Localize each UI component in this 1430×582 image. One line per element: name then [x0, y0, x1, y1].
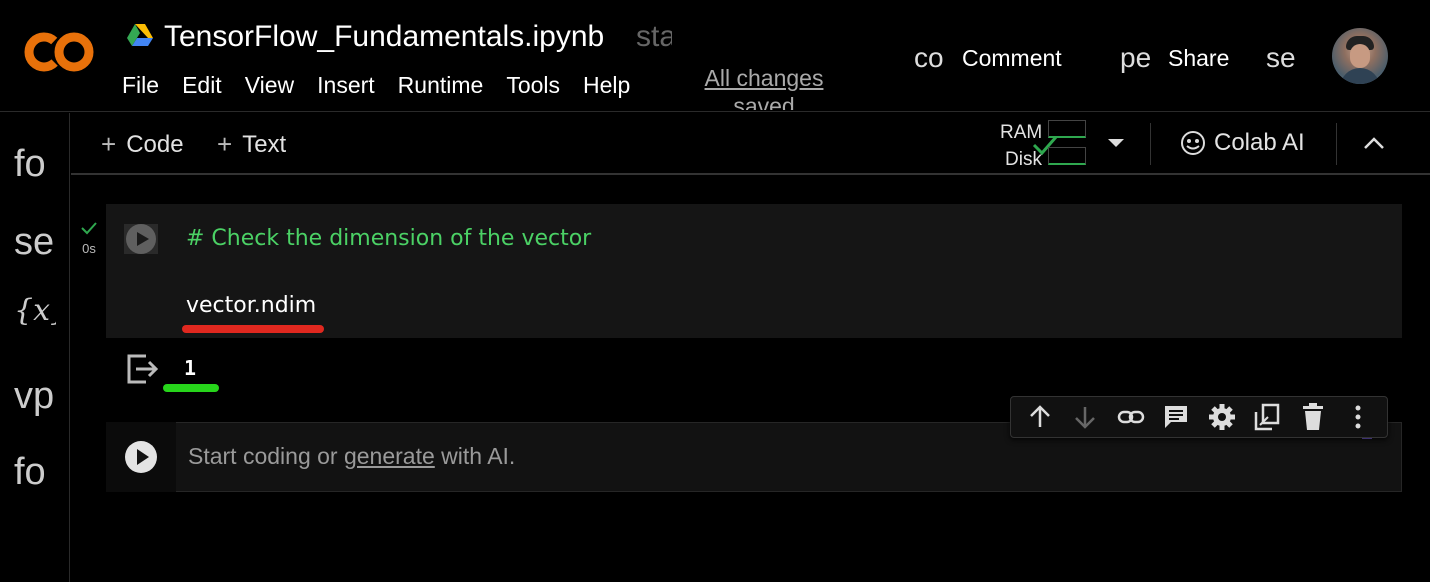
- comment-icon: [1165, 406, 1188, 428]
- share-label: Share: [1168, 44, 1230, 71]
- generate-link[interactable]: generate: [344, 443, 435, 469]
- check-icon: [81, 222, 97, 235]
- notebook-title[interactable]: TensorFlow_Fundamentals.ipynb: [164, 20, 604, 54]
- code-comment[interactable]: # Check the dimension of the vector: [186, 226, 591, 251]
- cell-settings-button[interactable]: [1207, 402, 1237, 432]
- colab-ai-label: Colab AI: [1214, 129, 1305, 156]
- disk-bar: [1048, 147, 1086, 165]
- delete-cell-button[interactable]: [1298, 402, 1328, 432]
- add-code-label: Code: [126, 130, 184, 158]
- trash-icon: [1302, 403, 1323, 430]
- menu-edit[interactable]: Edit: [182, 72, 222, 99]
- add-comment-button[interactable]: [1161, 402, 1191, 432]
- header: TensorFlow_Fundamentals.ipynb star File …: [0, 0, 1430, 112]
- colab-logo[interactable]: [24, 30, 96, 74]
- left-sidebar: fo se {x} vp fo: [0, 113, 70, 582]
- add-text-label: Text: [242, 130, 287, 158]
- menu-insert[interactable]: Insert: [317, 72, 375, 99]
- arrow-up-icon: [1029, 405, 1050, 427]
- run-cell-button[interactable]: [123, 439, 159, 475]
- menu-runtime[interactable]: Runtime: [398, 72, 484, 99]
- menu-view[interactable]: View: [245, 72, 294, 99]
- star-icon[interactable]: star: [636, 20, 672, 60]
- code-expression[interactable]: vector.ndim: [186, 293, 316, 318]
- share-button[interactable]: pe Share: [1120, 42, 1229, 74]
- link-icon: [1117, 410, 1144, 424]
- resource-labels[interactable]: RAM Disk: [1000, 119, 1042, 173]
- menu-file[interactable]: File: [122, 72, 159, 99]
- placeholder-prefix: Start coding or: [188, 443, 344, 469]
- cell-placeholder[interactable]: Start coding or generate with AI.: [188, 443, 515, 470]
- more-vert-icon: [1355, 405, 1361, 429]
- settings-icon: se: [1266, 42, 1296, 73]
- plus-icon: +: [217, 129, 233, 159]
- execution-status: 0s: [76, 220, 102, 256]
- menu-help[interactable]: Help: [583, 72, 630, 99]
- ram-label: RAM: [1000, 122, 1043, 143]
- comment-button[interactable]: co Comment: [914, 42, 1062, 74]
- files-icon[interactable]: fo: [14, 451, 56, 494]
- move-up-button[interactable]: [1025, 402, 1055, 432]
- avatar[interactable]: [1332, 28, 1388, 84]
- disk-label: Disk: [1005, 149, 1042, 170]
- chevron-down-icon[interactable]: [1108, 139, 1124, 147]
- copy-link-button[interactable]: [1116, 402, 1146, 432]
- mirror-cell-button[interactable]: [1252, 402, 1282, 432]
- execution-time: 0s: [82, 241, 96, 256]
- red-underline-annotation: [182, 325, 324, 333]
- more-options-button[interactable]: [1343, 402, 1373, 432]
- green-underline-annotation: [163, 384, 219, 392]
- settings-button[interactable]: se: [1266, 42, 1300, 74]
- cell-output: 1: [184, 356, 197, 380]
- share-icon: pe: [1120, 42, 1152, 73]
- gear-icon: [1208, 404, 1235, 430]
- plus-icon: +: [101, 129, 117, 159]
- add-code-button[interactable]: + Code: [101, 129, 184, 160]
- menu-tools[interactable]: Tools: [506, 72, 560, 99]
- cell-toolbar: [1010, 396, 1388, 438]
- run-cell-button[interactable]: [124, 222, 158, 256]
- variables-icon[interactable]: {x}: [14, 293, 56, 328]
- ram-bar: [1048, 120, 1086, 138]
- placeholder-suffix: with AI.: [434, 443, 516, 469]
- comment-label: Comment: [962, 44, 1062, 71]
- menu-bar: File Edit View Insert Runtime Tools Help: [122, 72, 630, 99]
- colab-ai-button[interactable]: Colab AI: [1180, 129, 1305, 157]
- save-status[interactable]: All changes saved: [694, 64, 834, 110]
- drive-icon: [127, 24, 153, 46]
- arrow-down-icon: [1075, 407, 1096, 429]
- colab-ai-icon: [1181, 131, 1205, 155]
- toc-icon[interactable]: fo: [14, 143, 56, 186]
- comment-icon: co: [914, 42, 944, 73]
- secrets-icon[interactable]: vp: [14, 375, 56, 418]
- notebook-toolbar: + Code + Text RAM Disk Colab AI: [71, 113, 1430, 175]
- chevron-up-icon[interactable]: [1362, 133, 1386, 153]
- search-icon[interactable]: se: [14, 221, 56, 264]
- mirror-icon: [1255, 403, 1280, 431]
- move-down-button[interactable]: [1070, 402, 1100, 432]
- add-text-button[interactable]: + Text: [217, 129, 286, 160]
- output-actions-icon[interactable]: [124, 352, 160, 386]
